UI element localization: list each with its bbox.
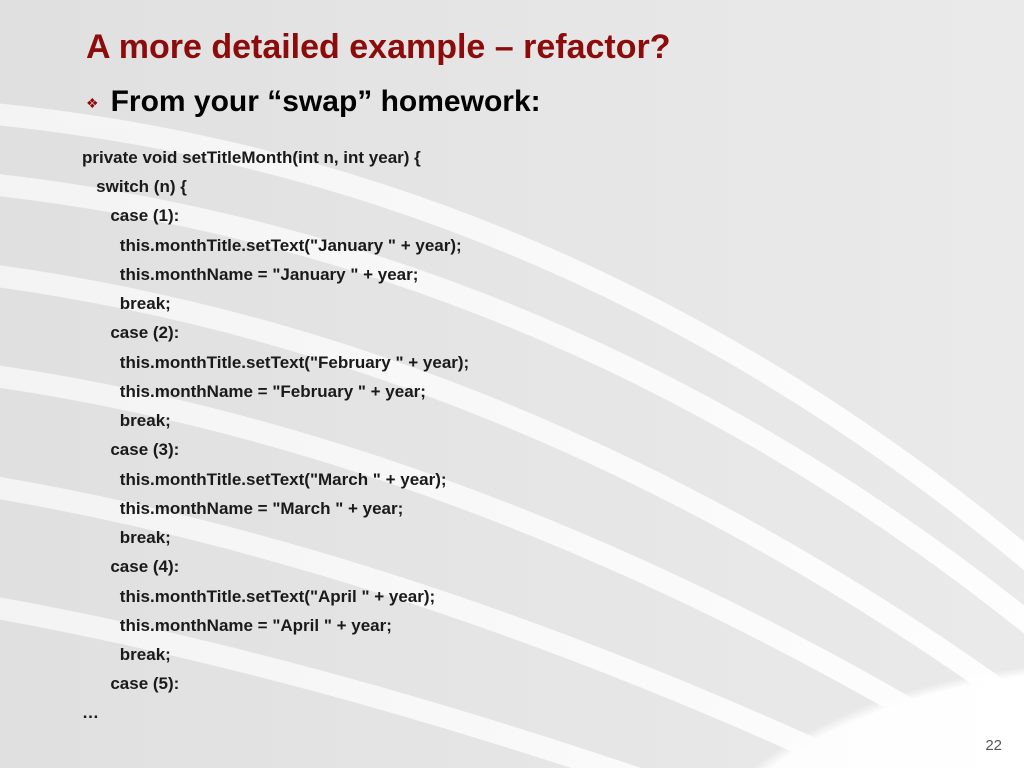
diamond-bullet-icon: ❖ (86, 96, 99, 110)
bullet-item: ❖ From your “swap” homework: (86, 85, 964, 119)
slide-content: A more detailed example – refactor? ❖ Fr… (0, 0, 1024, 728)
slide: A more detailed example – refactor? ❖ Fr… (0, 0, 1024, 768)
slide-subtitle: From your “swap” homework: (111, 85, 541, 119)
code-block: private void setTitleMonth(int n, int ye… (82, 143, 964, 728)
page-number: 22 (985, 737, 1002, 754)
slide-title: A more detailed example – refactor? (86, 28, 964, 67)
